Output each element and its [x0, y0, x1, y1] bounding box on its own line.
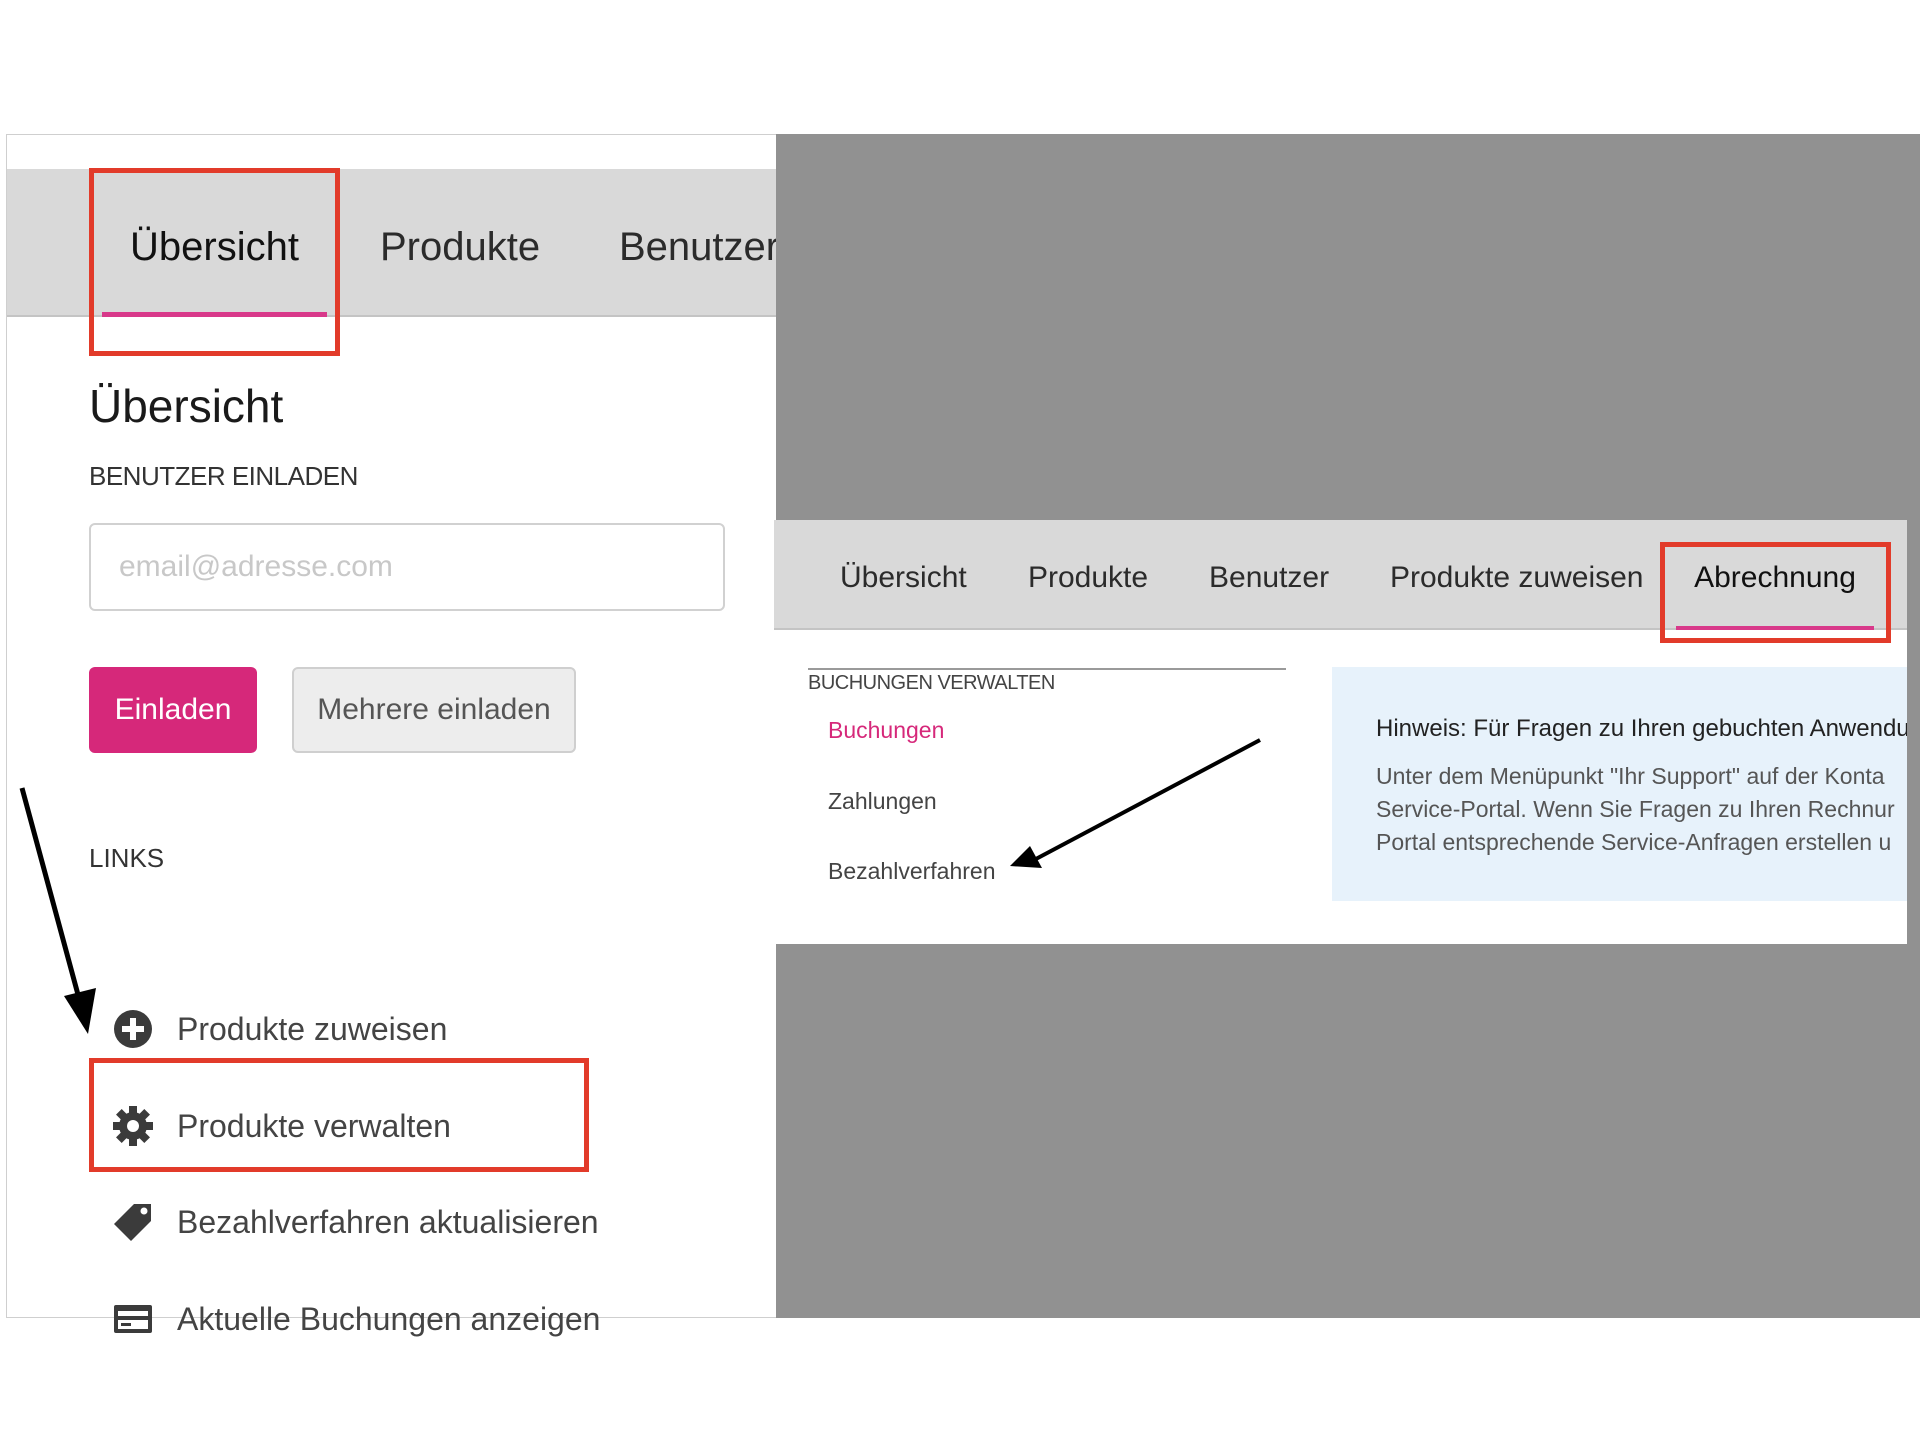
invite-multiple-button[interactable]: Mehrere einladen — [292, 667, 576, 753]
side-link-buchungen[interactable]: Buchungen — [828, 717, 944, 744]
link-label: Bezahlverfahren aktualisieren — [177, 1203, 599, 1240]
link-produkte-zuweisen[interactable]: Produkte zuweisen — [111, 999, 447, 1059]
invite-section-label: BENUTZER EINLADEN — [89, 461, 358, 491]
highlight-box-abrechnung-tab — [1660, 542, 1891, 643]
link-bezahlverfahren-aktualisieren[interactable]: Bezahlverfahren aktualisieren — [111, 1192, 599, 1252]
hint-text-line: Unter dem Menüpunkt "Ihr Support" auf de… — [1376, 763, 1885, 789]
hint-title: Hinweis: Für Fragen zu Ihren gebuchten A… — [1376, 715, 1907, 742]
hint-text-line: Portal entsprechende Service-Anfragen er… — [1376, 829, 1892, 855]
tab-produkte[interactable]: Produkte — [1028, 520, 1148, 630]
side-link-bezahlverfahren[interactable]: Bezahlverfahren — [828, 858, 996, 885]
page-title: Übersicht — [89, 380, 284, 432]
tag-icon — [111, 1200, 155, 1244]
tab-uebersicht[interactable]: Übersicht — [840, 520, 967, 630]
link-label: Produkte zuweisen — [177, 1010, 448, 1047]
tab-benutzer[interactable]: Benutzer — [619, 169, 779, 317]
links-section-label: LINKS — [89, 843, 165, 873]
bookings-section-heading: BUCHUNGEN VERWALTEN — [808, 668, 1286, 695]
highlight-box-payment-link — [89, 1058, 589, 1172]
link-label: Aktuelle Buchungen anzeigen — [177, 1300, 601, 1337]
tab-produkte-zuweisen[interactable]: Produkte zuweisen — [1390, 520, 1643, 630]
tab-produkte[interactable]: Produkte — [380, 169, 540, 317]
email-field[interactable] — [89, 523, 725, 611]
side-link-zahlungen[interactable]: Zahlungen — [828, 788, 937, 815]
invite-button[interactable]: Einladen — [89, 667, 257, 753]
hint-box: Hinweis: Für Fragen zu Ihren gebuchten A… — [1332, 667, 1907, 901]
highlight-box-uebersicht-tab — [89, 168, 340, 356]
link-aktuelle-buchungen[interactable]: Aktuelle Buchungen anzeigen — [111, 1289, 600, 1349]
tab-benutzer[interactable]: Benutzer — [1209, 520, 1329, 630]
plus-circle-icon — [111, 1007, 155, 1051]
credit-card-icon — [111, 1297, 155, 1341]
hint-text-line: Service-Portal. Wenn Sie Fragen zu Ihren… — [1376, 796, 1895, 822]
